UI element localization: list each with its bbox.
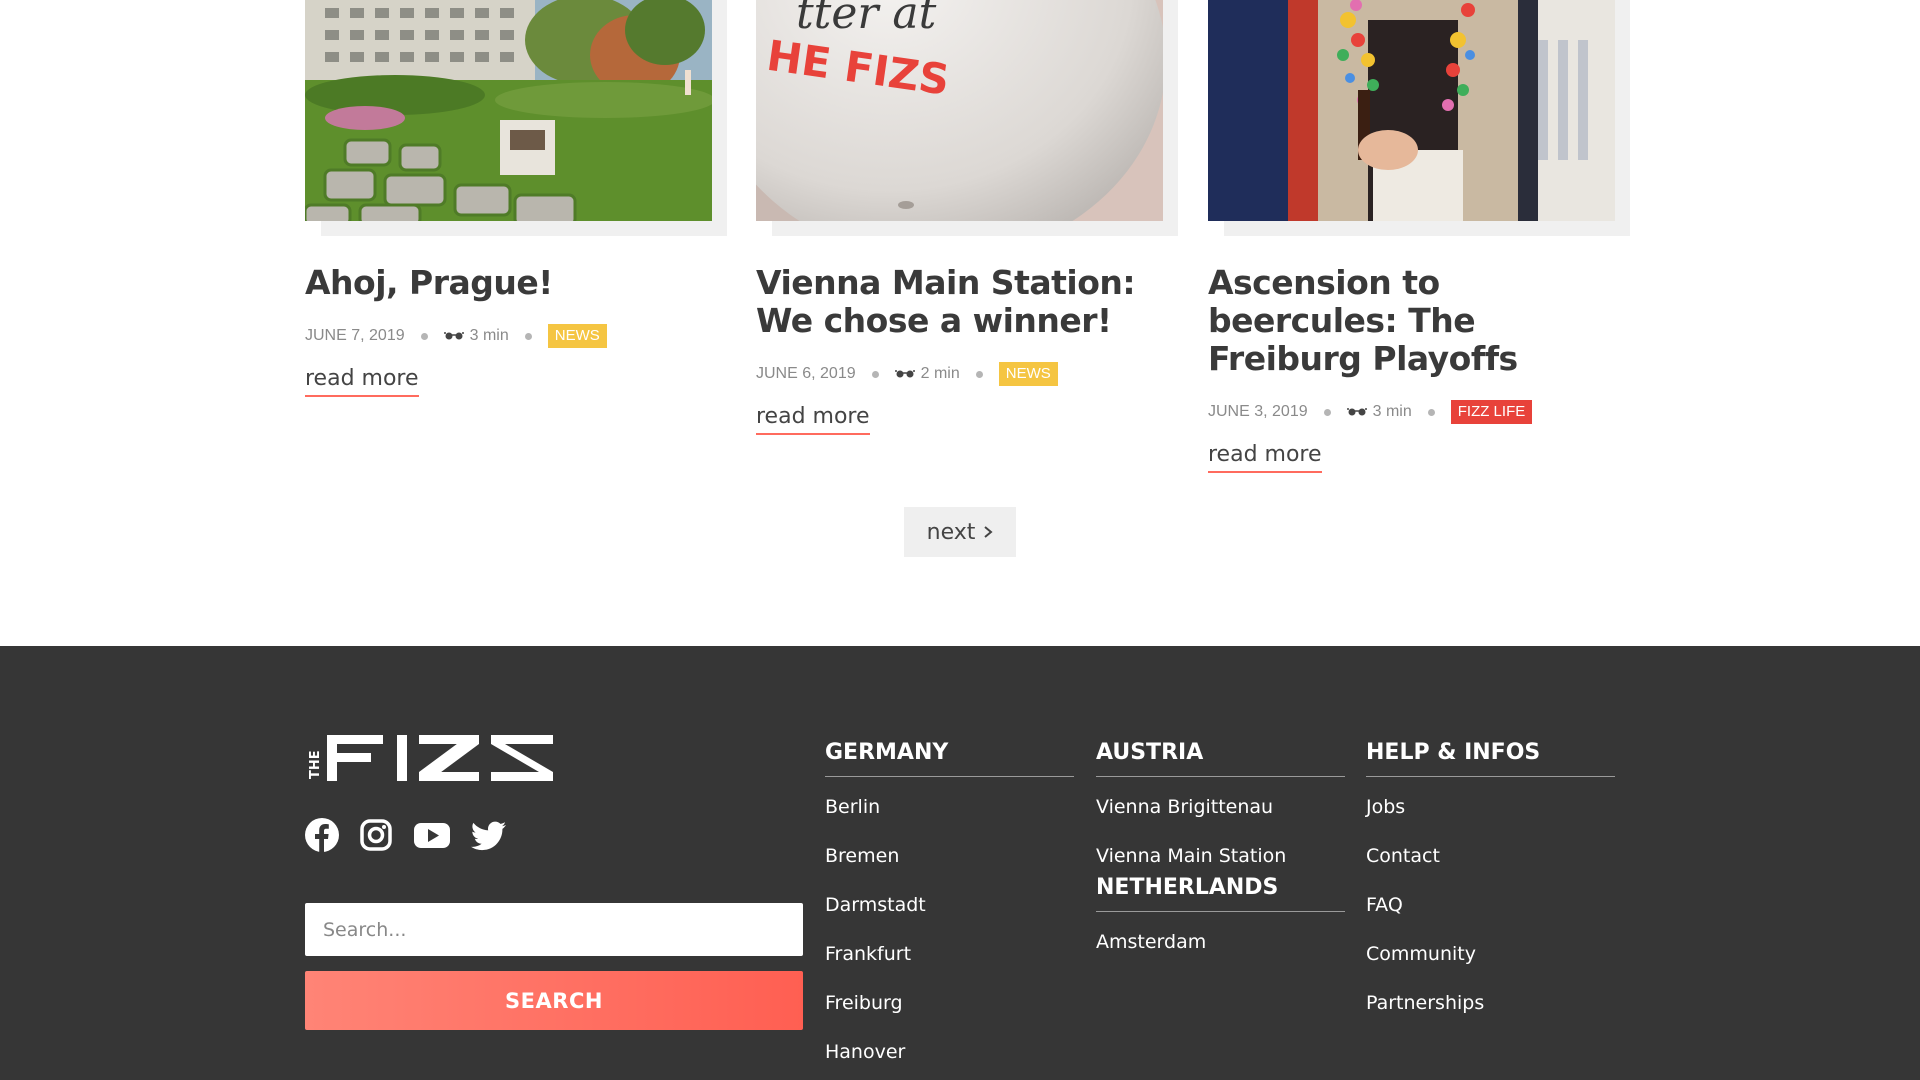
search-button[interactable]: SEARCH [305, 971, 803, 1030]
footer-link[interactable]: Amsterdam [1096, 931, 1206, 953]
list-item[interactable]: Darmstadt [825, 893, 1074, 942]
balloon-image: tter at HE FIZS [756, 0, 1163, 221]
footer-link[interactable]: Partnerships [1366, 992, 1484, 1014]
fizz-logo[interactable]: THE [305, 735, 555, 786]
separator-dot [1323, 408, 1331, 416]
search-input[interactable] [305, 903, 803, 956]
list-item[interactable]: Bremen [825, 844, 1074, 893]
footer-link[interactable]: Vienna Main Station [1096, 845, 1286, 867]
article-card: Ahoj, Prague! JUNE 7, 2019 3 min NEWS re… [305, 0, 727, 397]
article-title[interactable]: Ascension to beercules: The Freiburg Pla… [1208, 264, 1628, 378]
article-date: JUNE 3, 2019 [1208, 403, 1308, 420]
column-heading-netherlands: NETHERLANDS [1096, 875, 1345, 912]
footer-link[interactable]: Freiburg [825, 992, 903, 1014]
next-page-button[interactable]: next [904, 507, 1016, 557]
footer-column-germany: GERMANY Berlin Bremen Darmstadt Frankfur… [825, 740, 1074, 1080]
separator-dot [1427, 408, 1435, 416]
help-list: Jobs Contact FAQ Community Partnerships [1366, 795, 1615, 1040]
glasses-icon [894, 369, 915, 379]
list-item[interactable]: Freiburg [825, 991, 1074, 1040]
footer-link[interactable]: Community [1366, 943, 1476, 965]
column-heading: HELP & INFOS [1366, 740, 1615, 777]
article-date: JUNE 6, 2019 [756, 365, 856, 382]
read-time: 3 min [1372, 403, 1412, 420]
footer-link[interactable]: Darmstadt [825, 894, 926, 916]
article-image-frame[interactable] [305, 0, 727, 236]
article-card: tter at HE FIZS Vienna Main Station: We … [756, 0, 1178, 435]
read-time: 3 min [469, 327, 509, 344]
list-item[interactable]: Vienna Brigittenau [1096, 795, 1345, 844]
footer-column-help: HELP & INFOS Jobs Contact FAQ Community … [1366, 740, 1615, 1040]
list-item[interactable]: Frankfurt [825, 942, 1074, 991]
footer-link[interactable]: Vienna Brigittenau [1096, 796, 1273, 818]
city-list: Vienna Brigittenau Vienna Main Station [1096, 795, 1345, 879]
category-tag[interactable]: NEWS [998, 362, 1058, 386]
city-list: Berlin Bremen Darmstadt Frankfurt Freibu… [825, 795, 1074, 1080]
list-item[interactable]: Community [1366, 942, 1615, 991]
list-item[interactable]: FAQ [1366, 893, 1615, 942]
separator-dot [871, 370, 879, 378]
article-meta: JUNE 7, 2019 3 min NEWS [305, 324, 727, 348]
column-heading: GERMANY [825, 740, 1074, 777]
chevron-right-icon [983, 520, 993, 545]
garden-courtyard-image [305, 0, 712, 221]
list-item[interactable]: Partnerships [1366, 991, 1615, 1040]
footer-link[interactable]: Bremen [825, 845, 899, 867]
read-more-link[interactable]: read more [1208, 442, 1322, 473]
column-heading: AUSTRIA [1096, 740, 1345, 777]
list-item[interactable]: Amsterdam [1096, 930, 1345, 979]
city-list: Amsterdam [1096, 930, 1345, 979]
next-label: next [926, 519, 976, 545]
separator-dot [975, 370, 983, 378]
party-people-image [1208, 0, 1615, 221]
twitter-icon[interactable] [471, 818, 507, 852]
list-item[interactable]: Hanover [825, 1040, 1074, 1080]
article-title[interactable]: Vienna Main Station: We chose a winner! [756, 264, 1176, 340]
article-image[interactable]: tter at HE FIZS [756, 0, 1163, 221]
list-item[interactable]: Berlin [825, 795, 1074, 844]
category-tag[interactable]: NEWS [547, 324, 607, 348]
social-links [305, 818, 507, 852]
category-tag[interactable]: FIZZ LIFE [1450, 400, 1533, 424]
article-image-frame[interactable]: tter at HE FIZS [756, 0, 1178, 236]
logo-side-text: THE [308, 750, 323, 779]
read-more-link[interactable]: read more [756, 404, 870, 435]
youtube-icon[interactable] [413, 818, 451, 852]
article-meta: JUNE 6, 2019 2 min NEWS [756, 362, 1178, 386]
list-item[interactable]: Contact [1366, 844, 1615, 893]
article-image[interactable] [1208, 0, 1615, 221]
footer-link[interactable]: Contact [1366, 845, 1440, 867]
instagram-icon[interactable] [359, 818, 393, 852]
separator-dot [524, 332, 532, 340]
article-image-frame[interactable] [1208, 0, 1630, 236]
separator-dot [420, 332, 428, 340]
footer-column-austria: AUSTRIA Vienna Brigittenau Vienna Main S… [1096, 740, 1345, 979]
article-meta: JUNE 3, 2019 3 min FIZZ LIFE [1208, 400, 1630, 424]
facebook-icon[interactable] [305, 818, 339, 852]
site-footer: THE Search... SEARCH GERMANY Berlin Brem… [0, 646, 1920, 1080]
list-item[interactable]: Vienna Main Station [1096, 844, 1345, 879]
article-card: Ascension to beercules: The Freiburg Pla… [1208, 0, 1630, 473]
list-item[interactable]: Jobs [1366, 795, 1615, 844]
footer-link[interactable]: FAQ [1366, 894, 1403, 916]
article-image[interactable] [305, 0, 712, 221]
svg-text:tter at: tter at [796, 0, 937, 39]
footer-link[interactable]: Berlin [825, 796, 880, 818]
glasses-icon [1346, 407, 1367, 417]
article-title[interactable]: Ahoj, Prague! [305, 264, 725, 302]
read-time: 2 min [920, 365, 960, 382]
footer-link[interactable]: Hanover [825, 1041, 905, 1063]
read-more-link[interactable]: read more [305, 366, 419, 397]
article-date: JUNE 7, 2019 [305, 327, 405, 344]
footer-link[interactable]: Frankfurt [825, 943, 911, 965]
glasses-icon [443, 331, 464, 341]
footer-link[interactable]: Jobs [1366, 796, 1405, 818]
